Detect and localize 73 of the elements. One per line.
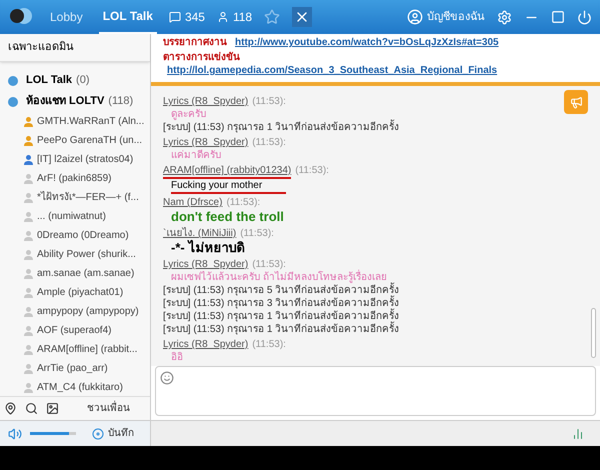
- announcement-label: ตารางการแข่งขัน: [163, 51, 240, 64]
- member-item[interactable]: ArF! (pakin6859): [0, 169, 112, 188]
- settings-icon[interactable]: [497, 10, 512, 24]
- record-button[interactable]: บันทึก: [92, 426, 134, 441]
- message-time: (11:53):: [226, 196, 260, 209]
- member-item[interactable]: ATM_C4 (fukkitaro): [0, 378, 123, 396]
- location-icon[interactable]: [4, 402, 17, 415]
- sender-name[interactable]: Lyrics (R8_Spyder): [163, 95, 248, 108]
- power-icon[interactable]: [577, 10, 592, 24]
- message-text: อิอิ: [171, 351, 183, 364]
- record-icon: [92, 428, 104, 440]
- message-text: แค่มาดีครับ: [171, 149, 221, 162]
- account-button[interactable]: บัญชีของฉัน: [407, 8, 485, 26]
- sidebar-header: เฉพาะแอดมิน: [0, 34, 150, 62]
- message-count: 345: [184, 9, 205, 26]
- message-icon: [168, 11, 181, 23]
- sender-name[interactable]: Nam (Dfrsce): [163, 196, 222, 209]
- system-message: [ระบบ] (11:53) กรุณารอ 3 วินาทีก่อนส่งข้อความอีกครั้ง: [163, 297, 400, 310]
- system-message: [ระบบ] (11:53) กรุณารอ 1 วินาทีก่อนส่งข้อความอีกครั้ง: [163, 323, 400, 336]
- sender-name[interactable]: Lyrics (R8_Spyder): [163, 258, 248, 271]
- channel-item[interactable]: ห้องแชท LOLTV (118): [0, 91, 138, 112]
- member-count: 118: [232, 9, 252, 26]
- favorite-icon[interactable]: [264, 9, 280, 25]
- member-item[interactable]: Ample (piyachat01): [0, 283, 124, 302]
- signal-icon: [572, 428, 584, 440]
- member-item[interactable]: Ability Power (shurik...: [0, 245, 136, 264]
- member-item[interactable]: am.sanae (am.sanae): [0, 264, 134, 283]
- sender-name[interactable]: Lyrics (R8_Spyder): [163, 338, 248, 351]
- announce-button[interactable]: [564, 90, 588, 114]
- system-message: [ระบบ] (11:53) กรุณารอ 5 วินาทีก่อนส่งข้อความอีกครั้ง: [163, 284, 400, 297]
- message-time: (11:53):: [240, 227, 274, 240]
- volume-icon[interactable]: [8, 426, 22, 440]
- message-time: (11:53):: [252, 338, 286, 351]
- member-item[interactable]: ... (numiwatnut): [0, 207, 106, 226]
- image-icon[interactable]: [46, 402, 59, 415]
- announcement-label: บรรยากาศงาน: [163, 36, 227, 49]
- message-time: (11:53):: [252, 95, 286, 108]
- sender-name[interactable]: ARAM[offline] (rabbity01234): [163, 164, 292, 179]
- announcement-link[interactable]: http://www.youtube.com/watch?v=bOsLqJzXzIs#at=305: [231, 36, 499, 49]
- user-icon: [407, 9, 423, 25]
- system-message: [ระบบ] (11:53) กรุณารอ 1 วินาทีก่อนส่งข้อความอีกครั้ง: [163, 310, 400, 323]
- invite-friends-link[interactable]: ชวนเพื่อน: [87, 401, 130, 416]
- announcement-link[interactable]: http://lol.gamepedia.com/Season_3_Southeast_Asia_Regional_Finals: [163, 64, 498, 77]
- system-message: [ระบบ] (11:53) กรุณารอ 1 วินาทีก่อนส่งข้อความอีกครั้ง: [163, 121, 400, 134]
- message-text: ดูละครับ: [171, 108, 206, 121]
- message-time: (11:53):: [252, 258, 286, 270]
- sender-name[interactable]: `เนยไง. (MiNiJiii): [163, 227, 236, 240]
- emoji-icon[interactable]: [160, 371, 174, 385]
- member-item[interactable]: *ไฝ้ทรงัเ*—FER—+ (f...: [0, 188, 139, 207]
- channel-item[interactable]: LOL Talk (0): [0, 70, 138, 91]
- sender-name[interactable]: Lyrics (R8_Spyder): [163, 136, 248, 149]
- member-item[interactable]: ArrTie (pao_arr): [0, 359, 108, 378]
- member-item[interactable]: ARAM[offline] (rabbit...: [0, 340, 138, 359]
- member-item[interactable]: PeePo GarenaTH (un...: [0, 131, 142, 150]
- member-item[interactable]: ampypopy (ampypopy): [0, 302, 139, 321]
- member-item[interactable]: [IT] l2aizel (stratos04): [0, 150, 134, 169]
- scrollbar: [591, 308, 596, 358]
- message-text: ผมเซฟไว้แล้วนะครับ ถ้าไม่มีหลงบโทษละรู้เรื่องเลย: [171, 271, 387, 284]
- member-item[interactable]: AOF (superaof4): [0, 321, 112, 340]
- message-time: (11:53):: [252, 136, 286, 149]
- megaphone-icon: [570, 96, 582, 108]
- maximize-icon[interactable]: [551, 10, 565, 24]
- member-item[interactable]: GMTH.WaRRanT (Aln...: [0, 112, 144, 131]
- message-time: (11:53):: [295, 164, 329, 178]
- search-icon[interactable]: [25, 402, 38, 415]
- message-text: -*- ไม่หยาบดิ: [171, 240, 244, 256]
- message-text: Fucking your mother: [171, 179, 286, 194]
- message-text: don't feed the troll: [171, 209, 284, 225]
- member-icon: [216, 11, 229, 23]
- message-input-field[interactable]: [155, 366, 596, 416]
- chat-bubbles-icon: [8, 7, 34, 27]
- member-item[interactable]: 0Dreamo (0Dreamo): [0, 226, 129, 245]
- close-tab-button[interactable]: [292, 7, 312, 27]
